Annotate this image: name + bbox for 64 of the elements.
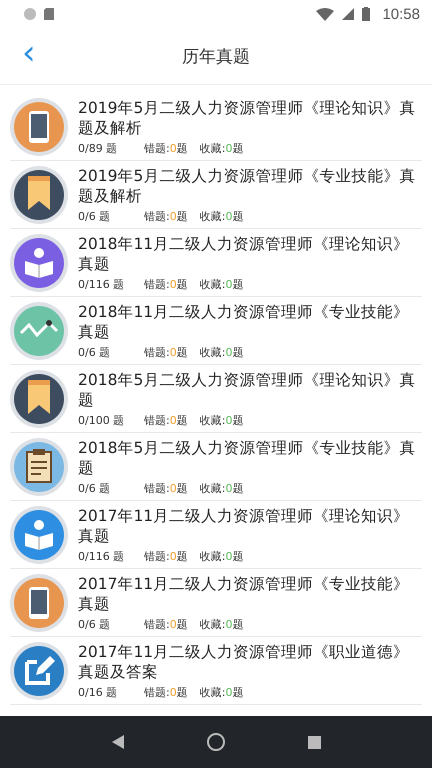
wrong-count: 错题:0题 <box>144 684 188 700</box>
wrong-count: 错题:0题 <box>144 140 188 156</box>
exam-title: 2018年5月二级人力资源管理师《理论知识》真题 <box>78 370 416 410</box>
exam-title: 2017年11月二级人力资源管理师《职业道德》真题及答案 <box>78 642 410 682</box>
favorite-count: 收藏:0题 <box>200 208 244 224</box>
exam-list-item[interactable]: 2017年11月二级人力资源管理师《理论知识》真题 0/116 题 错题:0题 收藏:0题 <box>10 501 422 569</box>
question-count: 0/116 题 <box>78 548 126 564</box>
exam-list-item[interactable]: 2018年5月二级人力资源管理师《理论知识》真题 0/100 题 错题:0题 收藏:0题 <box>10 365 422 433</box>
wrong-count: 错题:0题 <box>144 616 188 632</box>
wrong-count: 错题:0题 <box>144 208 188 224</box>
exam-title: 2018年11月二级人力资源管理师《理论知识》真题 <box>78 234 410 274</box>
exam-list-item[interactable]: 2018年11月二级人力资源管理师《理论知识》真题 0/116 题 错题:0题 收藏:0题 <box>10 229 422 297</box>
sd-card-icon <box>44 8 54 20</box>
page-title: 历年真题 <box>182 46 250 68</box>
phone-icon <box>10 98 68 156</box>
question-count: 0/100 题 <box>78 412 126 428</box>
phone-icon <box>10 574 68 632</box>
line-chart-icon <box>10 302 68 360</box>
recents-nav-icon[interactable] <box>308 736 320 748</box>
exam-title: 2019年5月二级人力资源管理师《专业技能》真题及解析 <box>78 166 416 206</box>
clock-time: 10:58 <box>382 6 420 22</box>
exam-title: 2019年5月二级人力资源管理师《理论知识》真题及解析 <box>78 98 416 138</box>
clipboard-icon <box>10 438 68 496</box>
exam-title: 2018年5月二级人力资源管理师《专业技能》真题 <box>78 438 416 478</box>
exam-title: 2018年11月二级人力资源管理师《专业技能》真题 <box>78 302 410 342</box>
wrong-count: 错题:0题 <box>144 548 188 564</box>
reading-person-icon <box>10 234 68 292</box>
favorite-count: 收藏:0题 <box>200 344 244 360</box>
favorite-count: 收藏:0题 <box>200 412 244 428</box>
edit-icon <box>10 642 68 700</box>
exam-title: 2017年11月二级人力资源管理师《理论知识》真题 <box>78 506 410 546</box>
exam-title: 2017年11月二级人力资源管理师《专业技能》真题 <box>78 574 410 614</box>
favorite-count: 收藏:0题 <box>200 140 244 156</box>
exam-list-item[interactable]: 2017年11月二级人力资源管理师《职业道德》真题及答案 0/16 题 错题:0题 收藏:0题 <box>10 637 422 705</box>
wrong-count: 错题:0题 <box>144 480 188 496</box>
question-count: 0/89 题 <box>78 140 118 156</box>
reading-person-icon <box>10 506 68 564</box>
wifi-icon <box>316 8 334 20</box>
favorite-count: 收藏:0题 <box>200 548 244 564</box>
question-count: 0/6 题 <box>78 344 112 360</box>
bookmark-icon <box>10 166 68 224</box>
question-count: 0/16 题 <box>78 684 118 700</box>
wrong-count: 错题:0题 <box>144 276 188 292</box>
favorite-count: 收藏:0题 <box>200 684 244 700</box>
favorite-count: 收藏:0题 <box>200 480 244 496</box>
back-nav-icon[interactable] <box>112 735 124 749</box>
exam-list-item[interactable]: 2019年5月二级人力资源管理师《专业技能》真题及解析 0/6 题 错题:0题 收藏:0题 <box>10 161 422 229</box>
exam-list-item[interactable]: 2019年5月二级人力资源管理师《理论知识》真题及解析 0/89 题 错题:0题 收藏:0题 <box>10 93 422 161</box>
battery-icon <box>362 7 370 21</box>
exam-list-item[interactable]: 2017年11月二级人力资源管理师《专业技能》真题 0/6 题 错题:0题 收藏:0题 <box>10 569 422 637</box>
exam-list-item[interactable]: 2018年5月二级人力资源管理师《专业技能》真题 0/6 题 错题:0题 收藏:0题 <box>10 433 422 501</box>
question-count: 0/6 题 <box>78 480 112 496</box>
wrong-count: 错题:0题 <box>144 344 188 360</box>
bookmark-icon <box>10 370 68 428</box>
signal-icon <box>342 8 354 20</box>
question-count: 0/6 题 <box>78 616 112 632</box>
notification-dot-icon <box>24 8 36 20</box>
favorite-count: 收藏:0题 <box>200 276 244 292</box>
exam-list-item[interactable]: 2018年11月二级人力资源管理师《专业技能》真题 0/6 题 错题:0题 收藏:0题 <box>10 297 422 365</box>
favorite-count: 收藏:0题 <box>200 616 244 632</box>
wrong-count: 错题:0题 <box>144 412 188 428</box>
question-count: 0/116 题 <box>78 276 126 292</box>
home-nav-icon[interactable] <box>206 733 224 751</box>
question-count: 0/6 题 <box>78 208 112 224</box>
